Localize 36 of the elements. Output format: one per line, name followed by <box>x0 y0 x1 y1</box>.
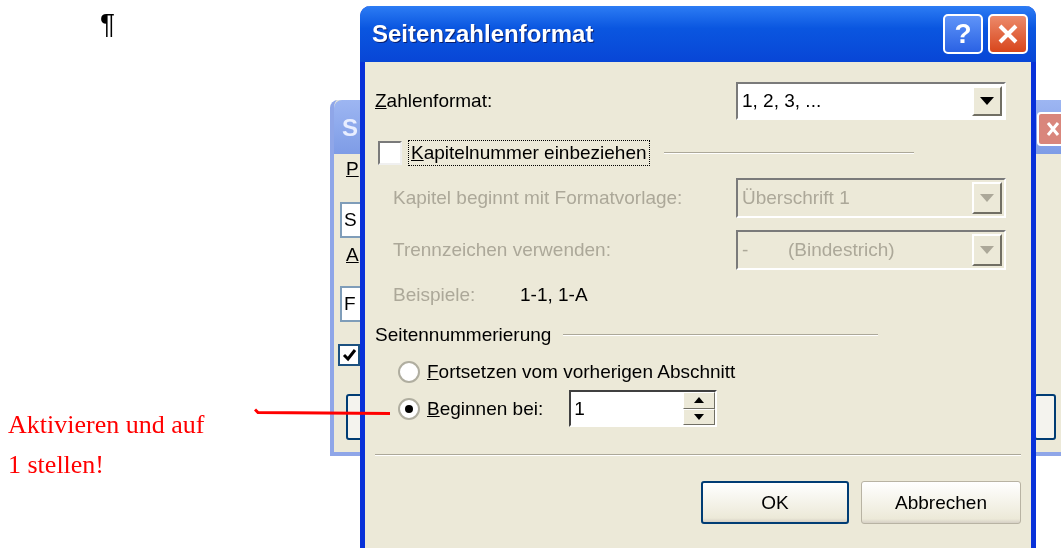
close-icon <box>1046 119 1060 139</box>
dropdown-arrow-icon <box>980 97 994 105</box>
example-text: 1-1, 1-A <box>520 284 588 306</box>
field-label: Beispiele: <box>393 284 477 306</box>
help-button[interactable]: ? <box>943 14 983 54</box>
checkbox[interactable] <box>338 344 360 366</box>
radio-button[interactable] <box>398 397 420 420</box>
field-label: Trennzeichen verwenden: <box>393 239 611 261</box>
checkbox-label[interactable]: Kapitelnummer einbeziehen <box>408 140 650 166</box>
group-heading: Seitennummerierung <box>375 324 552 346</box>
checkmark-icon <box>341 347 357 363</box>
dropdown-arrow-icon <box>980 194 994 202</box>
dialog-button[interactable] <box>1034 394 1056 440</box>
paragraph-mark: ¶ <box>100 8 116 40</box>
field-label: Kapitel beginnt mit Formatvorlage: <box>393 187 683 209</box>
start-number-spinner[interactable]: 1 <box>569 390 718 427</box>
checkbox[interactable] <box>378 141 402 165</box>
close-icon <box>996 22 1020 46</box>
field-label: A <box>346 244 359 266</box>
field-label: P <box>346 158 359 180</box>
spin-up-button[interactable] <box>683 392 716 409</box>
dialog-button[interactable]: Abbrechen <box>861 481 1021 524</box>
window-title: Seitenzahlenformat <box>372 20 595 48</box>
radio-button[interactable] <box>398 361 420 383</box>
number-format-dropdown[interactable]: 1, 2, 3, ... <box>736 82 1006 120</box>
up-arrow-icon <box>694 397 705 404</box>
dropdown-arrow-icon <box>980 246 994 254</box>
dialog-button[interactable]: OK <box>701 481 849 524</box>
radio-label[interactable]: Beginnen bei: <box>427 397 544 420</box>
close-button[interactable] <box>1037 112 1061 146</box>
down-arrow-icon <box>694 413 705 420</box>
close-button[interactable] <box>988 14 1028 54</box>
window-title: S <box>342 114 358 142</box>
annotation-text: Aktivieren und auf 1 stellen! <box>8 409 206 481</box>
radio-label[interactable]: Fortsetzen vom vorherigen Abschnitt <box>427 361 736 383</box>
field-label: Zahlenformat: <box>375 90 493 112</box>
